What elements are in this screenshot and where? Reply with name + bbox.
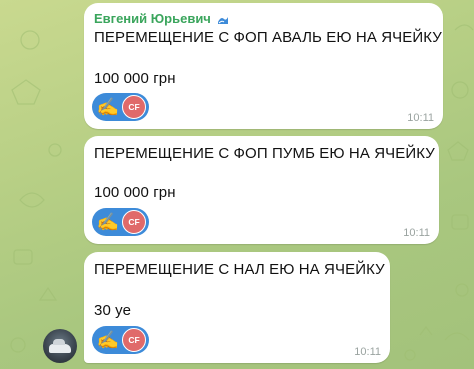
reactor-avatar: CF: [122, 328, 146, 352]
reaction-chip[interactable]: ✍ CF: [92, 208, 149, 236]
reactor-avatar: CF: [122, 95, 146, 119]
sender-name-label: Евгений Юрьевич: [94, 11, 211, 26]
message-amount: 100 000 грн: [94, 70, 176, 87]
car-avatar-icon: [49, 339, 71, 353]
message-bubble[interactable]: ПЕРЕМЕЩЕНИЕ С ФОП ПУМБ ЕЮ НА ЯЧЕЙКУ 100 …: [84, 136, 439, 244]
reactions-bar: ✍ CF: [92, 93, 149, 121]
writing-hand-emoji-icon: ✍: [96, 330, 120, 350]
message-text: ПЕРЕМЕЩЕНИЕ С ФОП АВАЛЬ ЕЮ НА ЯЧЕЙКУ: [94, 29, 442, 46]
sender-name[interactable]: Евгений Юрьевич: [94, 11, 230, 26]
message-text: ПЕРЕМЕЩЕНИЕ С НАЛ ЕЮ НА ЯЧЕЙКУ: [94, 261, 385, 278]
message-time: 10:11: [354, 346, 381, 358]
reactions-bar: ✍ CF: [92, 326, 149, 354]
message-amount: 30 уе: [94, 302, 132, 319]
writing-hand-emoji-icon: ✍: [96, 212, 120, 232]
sender-avatar[interactable]: [43, 329, 77, 363]
writing-hand-emoji-icon: ✍: [96, 97, 120, 117]
message-time: 10:11: [407, 112, 434, 124]
message-bubble[interactable]: ПЕРЕМЕЩЕНИЕ С НАЛ ЕЮ НА ЯЧЕЙКУ 30 уе ✍ C…: [84, 252, 390, 363]
reaction-chip[interactable]: ✍ CF: [92, 93, 149, 121]
wave-badge-icon: [217, 16, 228, 24]
message-text: ПЕРЕМЕЩЕНИЕ С ФОП ПУМБ ЕЮ НА ЯЧЕЙКУ: [94, 145, 435, 162]
reactions-bar: ✍ CF: [92, 208, 149, 236]
reaction-chip[interactable]: ✍ CF: [92, 326, 149, 354]
message-time: 10:11: [403, 227, 430, 239]
reactor-avatar: CF: [122, 210, 146, 234]
message-bubble[interactable]: Евгений Юрьевич ПЕРЕМЕЩЕНИЕ С ФОП АВАЛЬ …: [84, 3, 443, 129]
message-amount: 100 000 грн: [94, 184, 176, 201]
